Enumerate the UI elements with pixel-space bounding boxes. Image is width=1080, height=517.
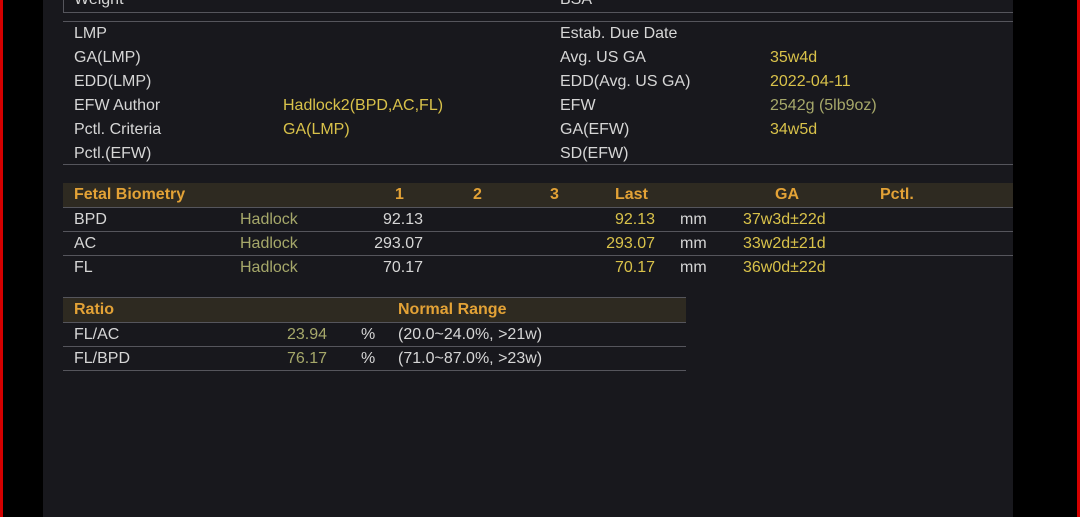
fl-ac-range: (20.0~24.0%, >21w)	[398, 326, 543, 343]
biometry-header-line	[63, 207, 1013, 208]
divider-patient-bottom	[63, 164, 1013, 165]
biometry-col-ga: GA	[775, 186, 799, 203]
efw-author-label: EFW Author	[74, 97, 161, 114]
efw-label: EFW	[560, 97, 596, 114]
fl-ac-unit: %	[361, 326, 376, 343]
pctl-criteria-label: Pctl. Criteria	[74, 121, 162, 138]
ratio-header-line	[63, 322, 686, 323]
fl-ga: 36w0d±22d	[743, 259, 826, 276]
fl-value-1: 70.17	[382, 259, 423, 276]
pctl-efw-label: Pctl.(EFW)	[74, 145, 152, 162]
biometry-col-last: Last	[615, 186, 648, 203]
efw-value: 2542g (5lb9oz)	[770, 97, 877, 114]
edd-avg-us-ga-value: 2022-04-11	[770, 73, 851, 90]
fl-ac-value: 23.94	[286, 326, 327, 343]
fl-author: Hadlock	[240, 259, 298, 276]
ac-ga: 33w2d±21d	[743, 235, 826, 252]
bpd-author: Hadlock	[240, 211, 298, 228]
bpd-value-1: 92.13	[382, 211, 423, 228]
divider-top	[63, 12, 1013, 13]
bsa-label: BSA	[560, 0, 592, 10]
bpd-label: BPD	[74, 211, 107, 228]
fl-ac-row-line	[63, 346, 686, 347]
ratio-bottom-line	[63, 370, 686, 371]
ac-label: AC	[74, 235, 97, 252]
ratio-title: Ratio	[74, 301, 114, 318]
lmp-label: LMP	[74, 25, 107, 42]
bpd-unit: mm	[680, 211, 707, 228]
fl-ac-label: FL/AC	[74, 326, 120, 343]
fl-bpd-label: FL/BPD	[74, 350, 131, 367]
fl-bpd-range: (71.0~87.0%, >23w)	[398, 350, 543, 367]
edd-avg-us-ga-label: EDD(Avg. US GA)	[560, 73, 691, 90]
bpd-last: 92.13	[614, 211, 655, 228]
ac-value-1: 293.07	[374, 235, 423, 252]
ga-efw-value: 34w5d	[770, 121, 818, 138]
biometry-col-1: 1	[395, 186, 404, 203]
weight-label: Weight	[74, 0, 124, 10]
estab-due-date-label: Estab. Due Date	[560, 25, 678, 42]
fl-bpd-unit: %	[361, 350, 376, 367]
biometry-col-2: 2	[473, 186, 482, 203]
ac-row-line	[63, 255, 1013, 256]
efw-author-value: Hadlock2(BPD,AC,FL)	[283, 97, 444, 114]
ac-last: 293.07	[606, 235, 655, 252]
fl-unit: mm	[680, 259, 707, 276]
ac-unit: mm	[680, 235, 707, 252]
ga-lmp-label: GA(LMP)	[74, 49, 141, 66]
left-red-border	[0, 0, 3, 517]
fl-label: FL	[74, 259, 93, 276]
ac-author: Hadlock	[240, 235, 298, 252]
divider-top-tick	[63, 0, 64, 12]
edd-lmp-label: EDD(LMP)	[74, 73, 152, 90]
fl-last: 70.17	[614, 259, 655, 276]
window-frame: Weight BSA LMP GA(LMP) EDD(LMP) EFW Auth…	[0, 0, 1080, 517]
divider-patient-top	[63, 21, 1013, 22]
avg-us-ga-label: Avg. US GA	[560, 49, 646, 66]
pctl-criteria-value: GA(LMP)	[283, 121, 350, 138]
sd-efw-label: SD(EFW)	[560, 145, 629, 162]
biometry-col-3: 3	[550, 186, 559, 203]
fl-bpd-value: 76.17	[286, 350, 327, 367]
bpd-ga: 37w3d±22d	[743, 211, 826, 228]
avg-us-ga-value: 35w4d	[770, 49, 818, 66]
biometry-col-pctl: Pctl.	[880, 186, 914, 203]
ratio-normal-range-header: Normal Range	[398, 301, 507, 318]
report-screen: Weight BSA LMP GA(LMP) EDD(LMP) EFW Auth…	[43, 0, 1013, 517]
ratio-header-bar	[63, 298, 686, 322]
bpd-row-line	[63, 231, 1013, 232]
biometry-header-bar	[63, 183, 1013, 207]
ga-efw-label: GA(EFW)	[560, 121, 630, 138]
biometry-title: Fetal Biometry	[74, 186, 186, 203]
